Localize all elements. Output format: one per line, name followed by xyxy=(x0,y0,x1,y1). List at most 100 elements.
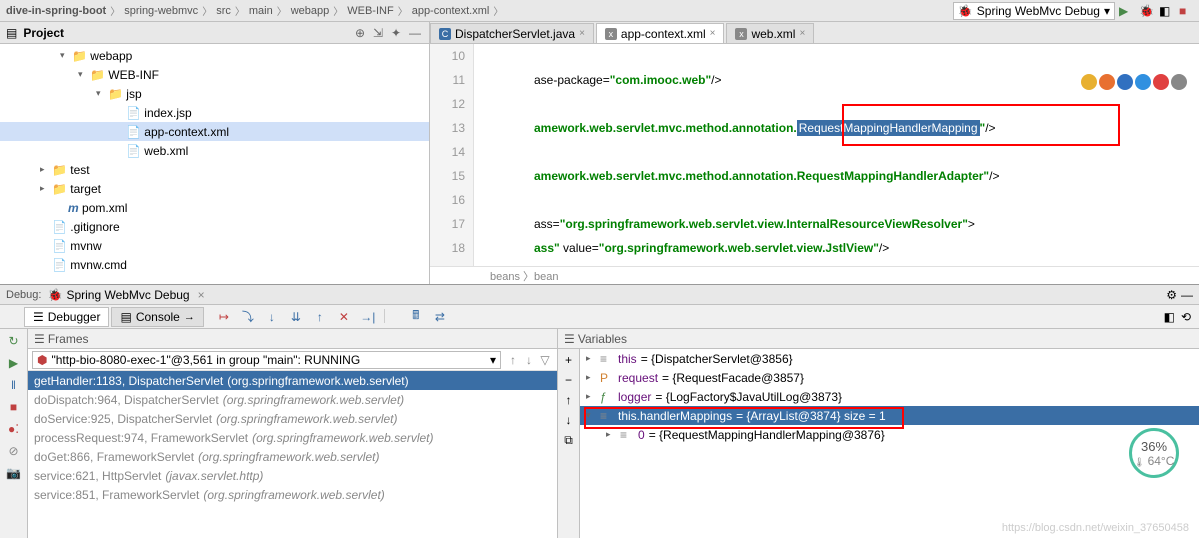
file-icon: 📄 xyxy=(52,258,67,272)
up-icon[interactable]: ↑ xyxy=(566,393,572,407)
project-tree[interactable]: ▾📁 webapp▾📁 WEB-INF▾📁 jsp📄 index.jsp📄 ap… xyxy=(0,44,429,284)
tree-item[interactable]: 📄 web.xml xyxy=(0,141,429,160)
breadcrumb[interactable]: dive-in-spring-boot spring-webmvc src ma… xyxy=(6,3,953,18)
stop-icon[interactable]: ■ xyxy=(6,399,22,415)
drop-frame-icon[interactable]: ✕ xyxy=(336,309,352,325)
breadcrumb-item[interactable]: WEB-INF xyxy=(347,5,393,17)
step-over-icon[interactable]: ⤵ xyxy=(240,309,256,325)
safari-icon[interactable] xyxy=(1117,74,1133,90)
tree-item[interactable]: 📄 app-context.xml xyxy=(0,122,429,141)
scroll-from-source-icon[interactable]: ⊕ xyxy=(355,26,369,40)
stack-frame[interactable]: doService:925, DispatcherServlet(org.spr… xyxy=(28,409,557,428)
stack-frame[interactable]: doGet:866, FrameworkServlet(org.springfr… xyxy=(28,447,557,466)
hide-icon[interactable]: — xyxy=(409,26,423,40)
ie-icon[interactable] xyxy=(1171,74,1187,90)
tree-item-label: app-context.xml xyxy=(144,125,229,139)
evaluate-expression-icon[interactable]: 🖩 xyxy=(408,309,424,325)
step-into-icon[interactable]: ↓ xyxy=(264,309,280,325)
variable-row[interactable]: ▸Prequest= {RequestFacade@3857} xyxy=(580,368,1199,387)
editor-panel: CDispatcherServlet.java×xapp-context.xml… xyxy=(430,22,1199,284)
down-icon[interactable]: ↓ xyxy=(566,413,572,427)
edge-icon[interactable] xyxy=(1135,74,1151,90)
stop-icon[interactable]: ■ xyxy=(1179,4,1193,18)
coverage-icon[interactable]: ◧ xyxy=(1159,4,1173,18)
thread-selector[interactable]: ⬢ "http-bio-8080-exec-1"@3,561 in group … xyxy=(32,351,501,369)
debug-session-title: Spring WebMvc Debug xyxy=(66,288,189,302)
close-tab-icon[interactable]: × xyxy=(710,28,716,39)
xml-file-icon: 📄 xyxy=(126,125,141,139)
chrome-icon[interactable] xyxy=(1081,74,1097,90)
firefox-icon[interactable] xyxy=(1099,74,1115,90)
breadcrumb-item[interactable]: src xyxy=(216,5,231,17)
tree-item[interactable]: ▾📁 jsp xyxy=(0,84,429,103)
editor-tab[interactable]: xweb.xml× xyxy=(726,23,814,43)
tree-item[interactable]: 📄 mvnw xyxy=(0,236,429,255)
stack-frame[interactable]: service:621, HttpServlet(javax.servlet.h… xyxy=(28,466,557,485)
pause-icon[interactable]: ‖ xyxy=(6,377,22,393)
editor-content[interactable]: 101112131415161718 ase-package="com.imoo… xyxy=(430,44,1199,266)
camera-icon[interactable]: 📷 xyxy=(6,465,22,481)
filter-icon[interactable]: ▽ xyxy=(537,353,553,367)
remove-watch-icon[interactable]: − xyxy=(565,373,572,387)
tree-item[interactable]: ▾📁 WEB-INF xyxy=(0,65,429,84)
rerun-icon[interactable]: ↻ xyxy=(6,333,22,349)
tree-item-label: jsp xyxy=(126,87,141,101)
tree-item[interactable]: 📄 index.jsp xyxy=(0,103,429,122)
tab-debugger[interactable]: ☰Debugger xyxy=(24,307,109,327)
view-breakpoints-icon[interactable]: ●⁚ xyxy=(6,421,22,437)
tree-item[interactable]: 📄 .gitignore xyxy=(0,217,429,236)
editor-tab[interactable]: CDispatcherServlet.java× xyxy=(430,23,594,43)
collapse-all-icon[interactable]: ⇲ xyxy=(373,26,387,40)
variable-row[interactable]: ▸≡this= {DispatcherServlet@3856} xyxy=(580,349,1199,368)
run-icon[interactable]: ▶ xyxy=(1119,4,1133,18)
tab-console[interactable]: ▤Console → xyxy=(111,307,203,327)
mute-breakpoints-icon[interactable]: ⊘ xyxy=(6,443,22,459)
show-execution-point-icon[interactable]: ↦ xyxy=(216,309,232,325)
breadcrumb-item[interactable]: app-context.xml xyxy=(412,5,490,17)
tree-item[interactable]: ▸📁 test xyxy=(0,160,429,179)
hide-icon[interactable]: — xyxy=(1181,288,1193,302)
stack-frame[interactable]: getHandler:1183, DispatcherServlet(org.s… xyxy=(28,371,557,390)
force-step-into-icon[interactable]: ⇊ xyxy=(288,309,304,325)
layout-icon[interactable]: ◧ xyxy=(1164,310,1175,324)
file-type-icon: x xyxy=(605,28,617,40)
editor-tab[interactable]: xapp-context.xml× xyxy=(596,23,725,43)
tree-item[interactable]: ▸📁 target xyxy=(0,179,429,198)
restore-layout-icon[interactable]: ⟲ xyxy=(1181,310,1191,324)
next-frame-icon[interactable]: ↓ xyxy=(521,353,537,367)
folder-icon: 📁 xyxy=(52,163,67,177)
settings-icon[interactable]: ✦ xyxy=(391,26,405,40)
tree-item[interactable]: m pom.xml xyxy=(0,198,429,217)
step-out-icon[interactable]: ↑ xyxy=(312,309,328,325)
close-tab-icon[interactable]: × xyxy=(799,28,805,39)
opera-icon[interactable] xyxy=(1153,74,1169,90)
performance-widget[interactable]: 36% 🌡 64°C xyxy=(1129,428,1179,478)
breadcrumb-item[interactable]: main xyxy=(249,5,273,17)
temp-value: 🌡 64°C xyxy=(1134,454,1175,468)
thread-icon: ⬢ xyxy=(37,353,47,367)
editor-breadcrumb[interactable]: beans 〉bean xyxy=(430,266,1199,284)
stack-frame[interactable]: service:851, FrameworkServlet(org.spring… xyxy=(28,485,557,504)
run-to-cursor-icon[interactable]: →| xyxy=(360,309,376,325)
frames-list[interactable]: getHandler:1183, DispatcherServlet(org.s… xyxy=(28,371,557,538)
breadcrumb-item[interactable]: spring-webmvc xyxy=(124,5,198,17)
settings-icon[interactable]: ⚙ xyxy=(1166,288,1177,302)
stack-frame[interactable]: doDispatch:964, DispatcherServlet(org.sp… xyxy=(28,390,557,409)
folder-icon: 📁 xyxy=(72,49,87,63)
resume-icon[interactable]: ▶ xyxy=(6,355,22,371)
tree-item[interactable]: 📄 mvnw.cmd xyxy=(0,255,429,274)
prev-frame-icon[interactable]: ↑ xyxy=(505,353,521,367)
breadcrumb-item[interactable]: webapp xyxy=(291,5,330,17)
close-icon[interactable]: × xyxy=(198,288,205,302)
breadcrumb-item[interactable]: dive-in-spring-boot xyxy=(6,5,106,17)
variable-row[interactable]: ▸ƒlogger= {LogFactory$JavaUtilLog@3873} xyxy=(580,387,1199,406)
copy-icon[interactable]: ⧉ xyxy=(564,433,573,448)
tree-item[interactable]: ▾📁 webapp xyxy=(0,46,429,65)
add-watch-icon[interactable]: + xyxy=(565,353,572,367)
close-tab-icon[interactable]: × xyxy=(579,28,585,39)
variables-list[interactable]: ▸≡this= {DispatcherServlet@3856}▸Preques… xyxy=(580,349,1199,538)
trace-icon[interactable]: ⇄ xyxy=(432,309,448,325)
run-config-selector[interactable]: 🐞 Spring WebMvc Debug ▾ xyxy=(953,2,1115,20)
debug-icon[interactable]: 🐞 xyxy=(1139,4,1153,18)
stack-frame[interactable]: processRequest:974, FrameworkServlet(org… xyxy=(28,428,557,447)
